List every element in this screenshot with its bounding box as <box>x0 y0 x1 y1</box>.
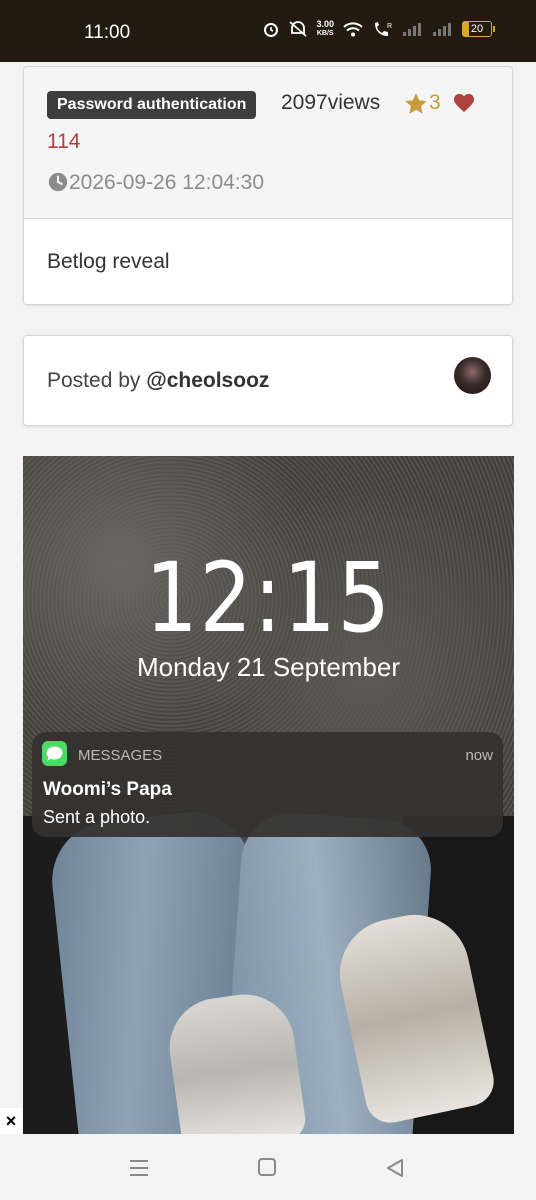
battery-level: 20 <box>470 23 484 35</box>
wifi-icon <box>343 22 363 37</box>
mute-icon <box>289 21 308 37</box>
author-card: Posted by @cheolsooz <box>23 335 513 426</box>
avatar[interactable] <box>454 357 491 394</box>
notification-time: now <box>465 747 493 764</box>
status-time: 11:00 <box>84 22 131 43</box>
net-speed-value: 3.00 <box>316 19 334 29</box>
back-icon[interactable] <box>384 1157 406 1179</box>
battery-fill <box>463 22 469 36</box>
wifi-calling-icon: R <box>375 22 392 36</box>
close-icon[interactable]: × <box>0 1108 22 1134</box>
net-speed: 3.00 KB/S <box>316 20 334 38</box>
clock-icon <box>48 172 68 192</box>
signal-icon <box>403 23 421 36</box>
post-date: 2026-09-26 12:04:30 <box>69 171 264 194</box>
post-card: Password authentication 2097views 3 114 … <box>23 66 513 305</box>
alarm-icon <box>264 23 279 37</box>
posted-by: Posted by @cheolsooz <box>47 369 269 393</box>
svg-text:R: R <box>387 23 392 30</box>
favorite-count: 3 <box>429 91 441 114</box>
menu-icon[interactable] <box>128 1157 150 1179</box>
messages-app-icon <box>42 741 67 766</box>
status-icons: 3.00 KB/S R 20 <box>262 20 495 38</box>
lock-screen-date: Monday 21 September <box>136 652 401 682</box>
status-bar: 11:00 3.00 KB/S R 20 <box>0 0 536 62</box>
notification-app-name: MESSAGES <box>78 747 163 764</box>
post-image[interactable]: 12:15 Monday 21 September MESSAGES now W… <box>23 456 514 1134</box>
post-title: Betlog reveal <box>47 250 170 273</box>
lock-screen-time: 12:15 <box>145 542 392 654</box>
net-speed-unit: KB/S <box>316 30 334 37</box>
battery-icon: 20 <box>462 21 495 37</box>
view-count: 2097views <box>281 91 381 114</box>
signal-icon <box>433 23 451 36</box>
navigation-bar <box>0 1134 536 1200</box>
star-icon[interactable] <box>403 91 429 117</box>
author-handle[interactable]: @cheolsooz <box>146 369 269 392</box>
post-card-header: Password authentication 2097views 3 114 … <box>24 67 512 219</box>
like-count: 114 <box>47 130 81 153</box>
category-badge[interactable]: Password authentication <box>47 91 257 119</box>
notification-message: Sent a photo. <box>43 807 151 827</box>
home-icon[interactable] <box>257 1157 277 1177</box>
heart-icon[interactable] <box>452 91 476 115</box>
posted-by-prefix: Posted by <box>47 369 147 392</box>
notification-sender: Woomi’s Papa <box>43 779 172 800</box>
message-notification: MESSAGES now Woomi’s Papa Sent a photo. <box>32 732 503 837</box>
